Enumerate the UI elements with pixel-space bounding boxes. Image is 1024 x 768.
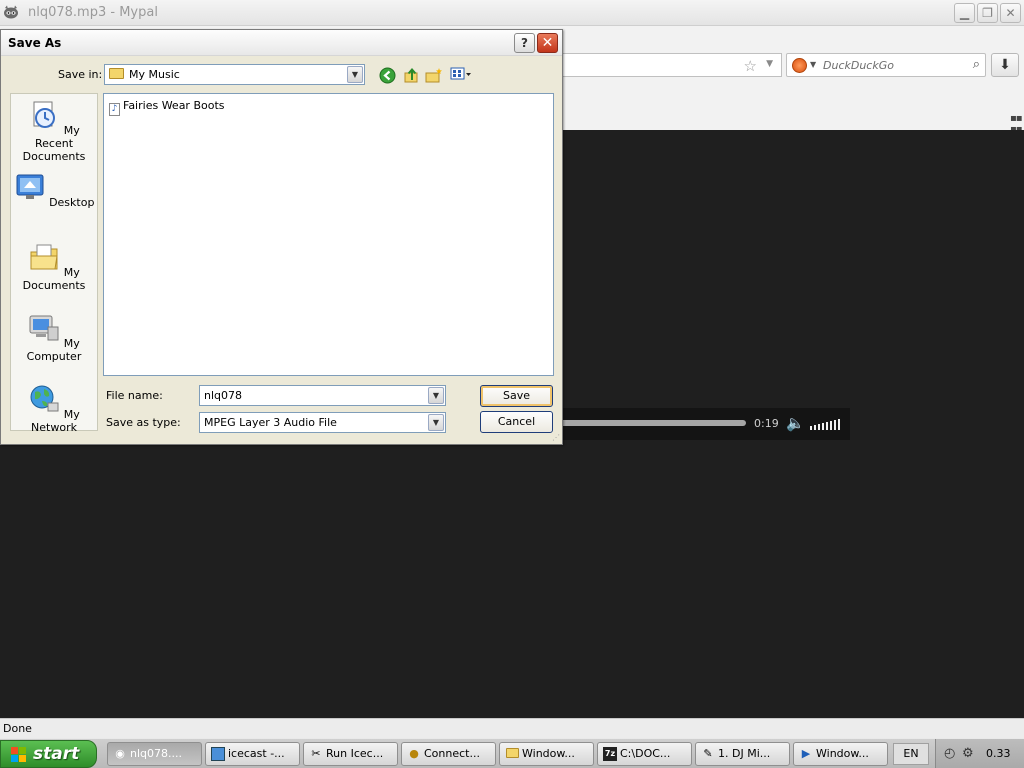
place-my-documents[interactable]: My Documents (11, 242, 97, 292)
tray-clock-icon[interactable]: ◴ (944, 746, 955, 761)
seek-bar[interactable] (560, 420, 746, 426)
my-documents-icon (30, 244, 58, 270)
view-menu-icon[interactable] (449, 67, 473, 85)
start-label: start (33, 744, 80, 764)
pencil-icon: ✎ (703, 747, 713, 760)
status-bar: Done (0, 718, 1024, 738)
save-as-type-select[interactable]: MPEG Layer 3 Audio File ▼ (199, 412, 446, 433)
task-label: Window... (816, 747, 869, 760)
time-display: 0:19 (754, 417, 779, 430)
dialog-close-button[interactable]: ✕ (537, 33, 558, 53)
duckduckgo-icon[interactable] (792, 58, 807, 73)
place-desktop[interactable]: Desktop (11, 172, 97, 209)
language-indicator[interactable]: EN (893, 743, 929, 765)
save-in-label: Save in: (58, 68, 103, 81)
clock: 0.33 (986, 747, 1011, 760)
taskbar-button[interactable]: Window... (499, 742, 594, 766)
window-close-button[interactable]: ✕ (1000, 3, 1021, 23)
place-my-computer[interactable]: My Computer (11, 313, 97, 363)
start-button[interactable]: start (0, 740, 97, 768)
dialog-title: Save As (8, 36, 62, 50)
search-bar[interactable]: ▼ DuckDuckGo ⌕ (786, 53, 986, 77)
recent-documents-icon (33, 101, 56, 128)
system-tray: ◴ ⚙ 0.33 (935, 739, 1024, 768)
my-computer-icon (29, 315, 59, 341)
taskbar-button[interactable]: ✎ 1. DJ Mi... (695, 742, 790, 766)
speaker-icon[interactable]: 🔈 (786, 414, 805, 432)
list-item[interactable]: ♪ Fairies Wear Boots (109, 99, 225, 116)
new-folder-icon[interactable] (424, 67, 444, 85)
place-my-network[interactable]: My Network (11, 384, 97, 434)
save-button[interactable]: Save (480, 385, 553, 407)
task-label: Window... (522, 747, 575, 760)
file-name-value[interactable]: nlq078 (204, 389, 242, 402)
chevron-down-icon[interactable]: ▼ (428, 414, 444, 431)
taskbar-button[interactable]: ▶ Window... (793, 742, 888, 766)
task-label: nlq078.... (130, 747, 182, 760)
folder-icon (505, 747, 519, 761)
network-globe-icon (30, 385, 59, 412)
taskbar-button[interactable]: 7z C:\DOC... (597, 742, 692, 766)
restore-button[interactable]: ❐ (977, 3, 998, 23)
chevron-down-icon[interactable]: ▼ (428, 387, 444, 404)
desktop-icon (16, 174, 44, 199)
save-as-type-value: MPEG Layer 3 Audio File (204, 416, 337, 429)
bookmark-star-icon[interactable]: ☆ (744, 57, 757, 75)
file-list[interactable]: ♪ Fairies Wear Boots (103, 93, 554, 376)
task-label: C:\DOC... (620, 747, 671, 760)
search-icon[interactable]: ⌕ (973, 57, 980, 72)
medal-icon: ● (409, 747, 419, 760)
chevron-down-icon[interactable]: ▼ (766, 59, 773, 69)
chevron-down-icon[interactable]: ▼ (347, 66, 363, 83)
folder-icon (109, 68, 124, 79)
task-label: 1. DJ Mi... (718, 747, 771, 760)
raccoon-icon: ◉ (115, 747, 125, 760)
windows-logo-icon (11, 747, 27, 763)
place-label: Desktop (49, 196, 95, 209)
url-bar[interactable]: ☆ ▼ (560, 53, 782, 77)
file-name-field[interactable]: nlq078 ▼ (199, 385, 446, 406)
task-label: Run Icec... (326, 747, 384, 760)
engine-dropdown-icon[interactable]: ▼ (810, 60, 816, 69)
task-label: icecast -... (228, 747, 285, 760)
save-as-dialog: Save As ? ✕ Save in: My Music ▼ My Recen… (0, 29, 563, 445)
raccoon-icon (4, 5, 18, 19)
download-button[interactable]: ⬇ (991, 53, 1019, 77)
tools-icon: ✂ (311, 747, 321, 760)
taskbar-button[interactable]: ✂ Run Icec... (303, 742, 398, 766)
taskbar-button[interactable]: icecast -... (205, 742, 300, 766)
task-label: Connect... (424, 747, 480, 760)
save-in-select[interactable]: My Music ▼ (104, 64, 365, 85)
audio-file-icon: ♪ (109, 103, 120, 116)
search-placeholder: DuckDuckGo (823, 59, 894, 72)
taskbar-button[interactable]: ◉ nlq078.... (107, 742, 202, 766)
save-as-type-label: Save as type: (106, 416, 181, 429)
taskbar-button[interactable]: ● Connect... (401, 742, 496, 766)
help-button[interactable]: ? (514, 33, 535, 53)
browser-titlebar: nlq078.mp3 - Mypal ▁ ❐ ✕ (0, 0, 1024, 26)
volume-slider[interactable] (810, 417, 842, 430)
minimize-button[interactable]: ▁ (954, 3, 975, 23)
up-folder-icon[interactable] (401, 67, 421, 85)
cancel-button[interactable]: Cancel (480, 411, 553, 433)
file-name-label: File name: (106, 389, 163, 402)
icecast-icon (211, 747, 225, 761)
audio-player: 0:19 🔈 (560, 408, 850, 440)
media-player-icon: ▶ (801, 747, 811, 760)
tray-network-icon[interactable]: ⚙ (962, 746, 974, 761)
back-icon[interactable] (377, 67, 397, 85)
place-my-recent-documents[interactable]: My Recent Documents (11, 100, 97, 163)
dialog-titlebar[interactable]: Save As ? ✕ (1, 30, 562, 56)
resize-grip-icon[interactable]: ⋰ (552, 433, 560, 442)
file-name: Fairies Wear Boots (123, 99, 225, 112)
save-in-value: My Music (129, 68, 180, 81)
browser-title: nlq078.mp3 - Mypal (28, 5, 158, 20)
status-text: Done (3, 722, 32, 735)
places-bar: My Recent Documents Desktop My Documents… (10, 93, 98, 434)
7zip-icon: 7z (603, 747, 617, 761)
taskbar: start ◉ nlq078.... icecast -... ✂ Run Icec… (0, 738, 1024, 768)
